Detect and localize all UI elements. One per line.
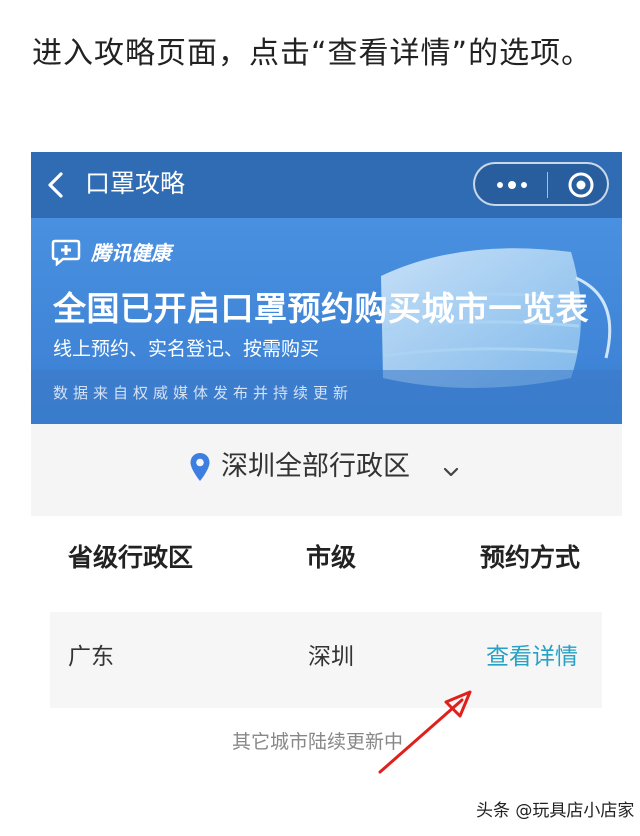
miniapp-screenshot: 口罩攻略 腾讯健康 全国已开启口罩预约购买城市一览表 线上预约、实名登记、按需购…	[31, 152, 622, 516]
watermark: 头条 @玩具店小店家	[476, 801, 635, 821]
capsule-menu	[473, 162, 609, 206]
promo-banner[interactable]: 腾讯健康 全国已开启口罩预约购买城市一览表 线上预约、实名登记、按需购买 数据来…	[31, 218, 622, 424]
chevron-down-icon	[443, 467, 459, 477]
brand-name: 腾讯健康	[91, 241, 171, 265]
region-label: 深圳全部行政区	[221, 451, 410, 482]
banner-headline: 全国已开启口罩预约购买城市一览表	[53, 289, 589, 328]
column-header-method: 预约方式	[480, 543, 581, 572]
column-header-city: 市级	[306, 543, 357, 572]
article-paragraph: 进入攻略页面，点击“查看详情”的选项。	[32, 36, 593, 71]
banner-subheadline: 线上预约、实名登记、按需购买	[53, 338, 320, 360]
view-details-link[interactable]: 查看详情	[486, 640, 578, 674]
miniapp-navbar: 口罩攻略	[31, 152, 622, 218]
cell-city: 深圳	[308, 644, 354, 670]
cell-province: 广东	[68, 644, 114, 670]
location-pin-icon	[190, 453, 210, 481]
tencent-health-logo-icon	[51, 239, 81, 266]
chevron-left-icon[interactable]	[41, 168, 71, 202]
page-title: 口罩攻略	[85, 169, 186, 198]
more-dots-icon[interactable]	[493, 176, 533, 194]
capsule-divider	[547, 172, 548, 198]
banner-source-note: 数据来自权威媒体发布并持续更新	[53, 384, 354, 402]
target-circle-icon[interactable]	[567, 171, 595, 199]
region-selector[interactable]: 深圳全部行政区	[31, 424, 622, 516]
table-row: 广东 深圳 查看详情	[50, 612, 602, 708]
column-header-province: 省级行政区	[68, 543, 194, 572]
red-arrow-annotation	[378, 690, 472, 774]
